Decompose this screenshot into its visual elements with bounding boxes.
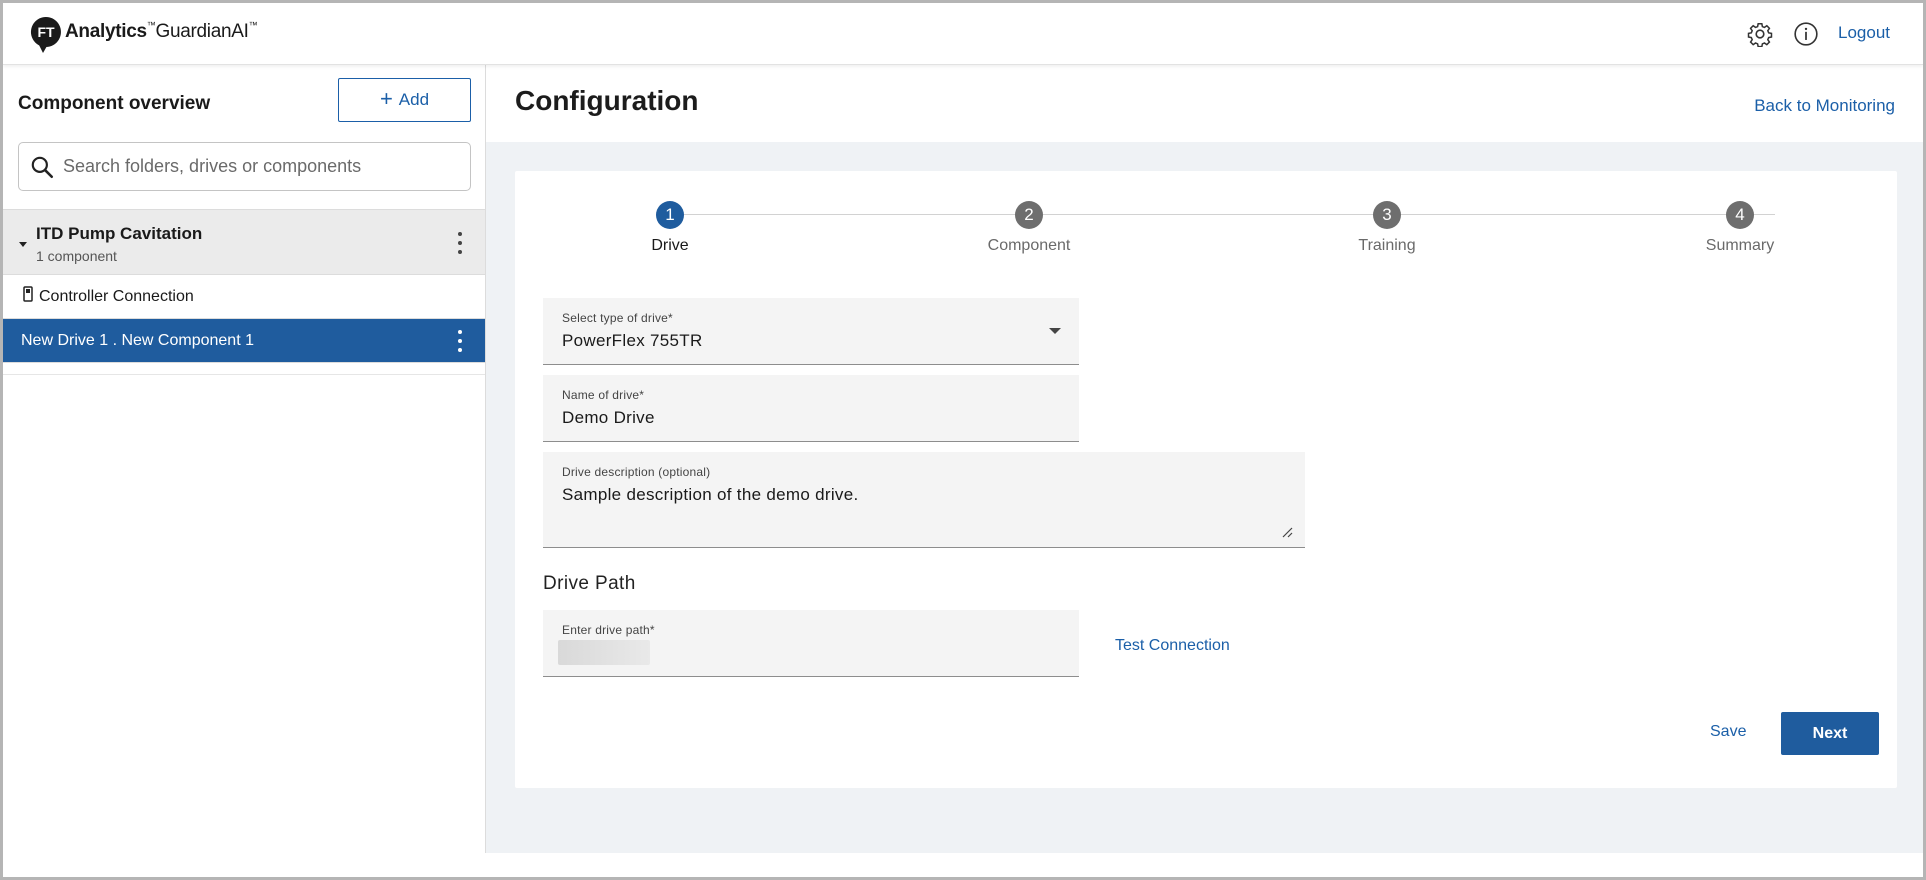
app-window: FT Analytics ™ GuardianAI ™ Logout Compone… (0, 0, 1926, 880)
svg-text:FT: FT (37, 24, 55, 40)
plus-icon: + (379, 85, 393, 111)
step-training[interactable]: 3 Training (1317, 201, 1457, 255)
logout-link[interactable]: Logout (1838, 23, 1890, 43)
wizard-stepper: 1 Drive 2 Component 3 Training 4 Summary (515, 171, 1897, 271)
drive-name-field[interactable]: Name of drive* Demo Drive (543, 375, 1079, 442)
step-number: 1 (656, 201, 684, 229)
page-title: Configuration (515, 85, 699, 116)
folder-name: ITD Pump Cavitation (36, 224, 203, 243)
step-drive[interactable]: 1 Drive (600, 201, 740, 255)
redacted-value (558, 640, 650, 665)
logo-tm-2: ™ (248, 20, 258, 30)
field-label: Enter drive path* (562, 623, 655, 637)
sidebar-item-controller-connection[interactable]: Controller Connection (3, 275, 485, 319)
field-value: PowerFlex 755TR (562, 331, 703, 350)
settings-button[interactable] (1746, 20, 1774, 48)
step-label: Component (987, 237, 1071, 254)
save-button[interactable]: Save (1710, 723, 1746, 741)
back-to-monitoring-link[interactable]: Back to Monitoring (1754, 96, 1895, 116)
sidebar-divider (3, 374, 485, 375)
drive-path-field[interactable]: Enter drive path* (543, 610, 1079, 677)
configuration-card: 1 Drive 2 Component 3 Training 4 Summary… (515, 171, 1897, 788)
app-logo[interactable]: FT Analytics ™ GuardianAI ™ (29, 15, 258, 55)
field-label: Name of drive* (562, 388, 645, 402)
sidebar-item-label: New Drive 1 . New Component 1 (21, 331, 254, 349)
info-button[interactable] (1792, 20, 1820, 48)
top-header: FT Analytics ™ GuardianAI ™ Logout (3, 3, 1923, 65)
field-label: Select type of drive* (562, 311, 673, 325)
drive-type-select[interactable]: Select type of drive* PowerFlex 755TR (543, 298, 1079, 365)
resize-handle-icon[interactable] (1281, 526, 1293, 538)
step-label: Training (1358, 237, 1416, 254)
info-icon (1794, 22, 1818, 46)
step-number: 3 (1373, 201, 1401, 229)
sidebar-item-label: Controller Connection (39, 287, 194, 305)
controller-icon (23, 285, 33, 302)
sidebar-item-new-drive-component[interactable]: New Drive 1 . New Component 1 (3, 319, 485, 363)
main-header: Configuration Back to Monitoring (486, 65, 1923, 142)
search-box[interactable] (18, 142, 471, 191)
search-icon (31, 156, 54, 178)
caret-down-icon[interactable] (18, 239, 28, 249)
step-number: 4 (1726, 201, 1754, 229)
sidebar-title: Component overview (18, 93, 211, 114)
component-sidebar: Component overview + Add ITD Pump Cavita… (3, 65, 486, 853)
drive-path-heading: Drive Path (543, 573, 636, 594)
add-button[interactable]: + Add (338, 78, 471, 122)
field-label: Drive description (optional) (562, 465, 711, 479)
caret-down-icon (1049, 328, 1061, 334)
main-panel: Configuration Back to Monitoring 1 Drive… (486, 65, 1923, 853)
logo-primary: Analytics (65, 21, 147, 42)
folder-count: 1 component (36, 248, 117, 264)
next-button[interactable]: Next (1781, 712, 1879, 755)
stepper-line (675, 214, 1775, 215)
ft-logo-icon: FT (30, 17, 61, 53)
field-value: Demo Drive (562, 408, 655, 427)
gear-icon (1747, 22, 1773, 47)
folder-more-icon[interactable] (450, 230, 470, 256)
step-component[interactable]: 2 Component (959, 201, 1099, 255)
field-value: Sample description of the demo drive. (562, 485, 859, 504)
logo-wordmark: Analytics ™ GuardianAI ™ (65, 20, 258, 43)
step-number: 2 (1015, 201, 1043, 229)
item-more-icon[interactable] (450, 328, 470, 354)
step-label: Summary (1705, 237, 1775, 254)
step-summary[interactable]: 4 Summary (1670, 201, 1810, 255)
add-button-label: Add (398, 90, 430, 109)
test-connection-link[interactable]: Test Connection (1115, 637, 1230, 655)
search-input[interactable] (63, 156, 443, 177)
logo-secondary: GuardianAI (155, 21, 249, 42)
logo-tm: ™ (146, 20, 156, 30)
step-label: Drive (651, 237, 689, 254)
drive-description-textarea[interactable]: Drive description (optional) Sample desc… (543, 452, 1305, 548)
folder-row[interactable]: ITD Pump Cavitation 1 component (3, 209, 485, 275)
